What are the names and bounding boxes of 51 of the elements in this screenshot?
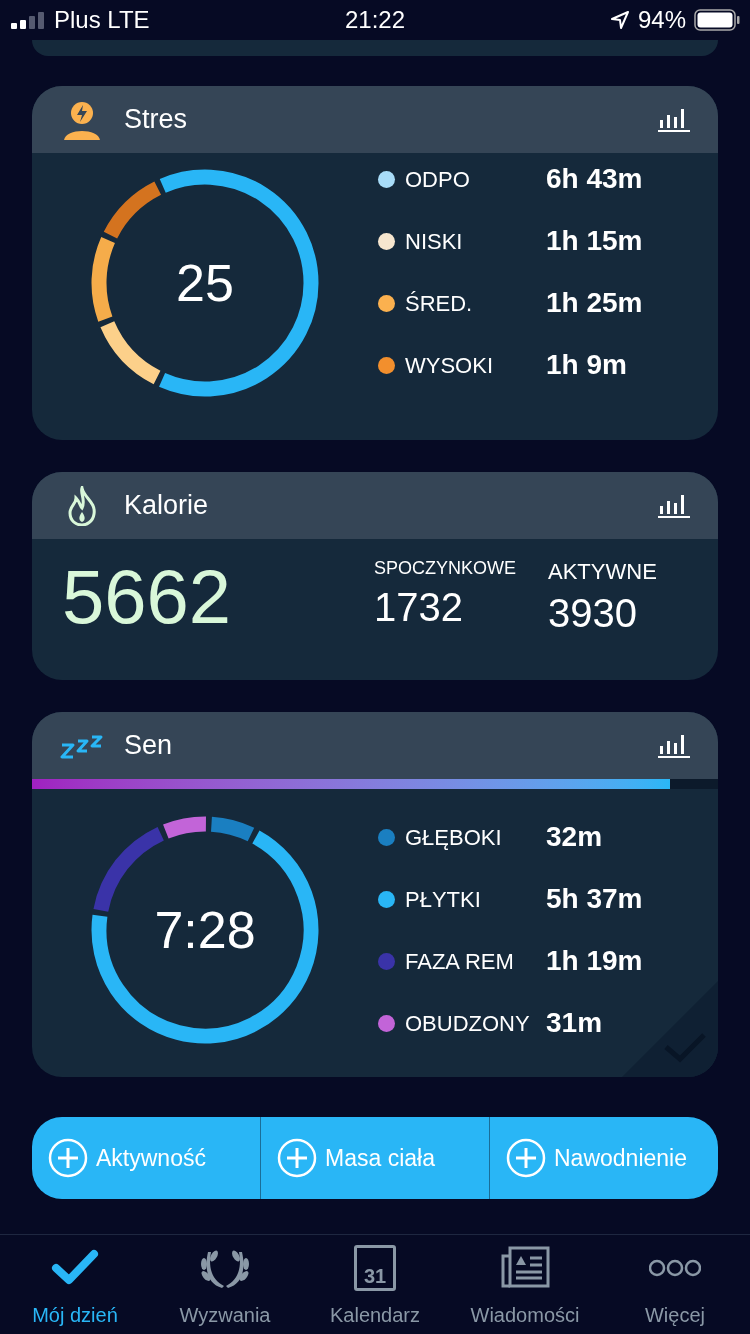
stat-label: SPOCZYNKOWE (374, 557, 516, 580)
plus-circle-icon (506, 1138, 546, 1178)
legend-label: NISKI (405, 227, 464, 256)
more-icon (649, 1258, 701, 1278)
legend-value: 1h 25m (546, 286, 643, 320)
tab[interactable]: Więcej (600, 1235, 750, 1334)
stress-card[interactable]: Stres 25 ODPO 6h 43m NISKI 1h 15m ŚRED. 1h 25m WYSOKI 1h 9m (32, 86, 718, 440)
card-title: Kalorie (124, 489, 210, 523)
plus-circle-icon (277, 1138, 317, 1178)
calories-card[interactable]: Kalorie 5662 SPOCZYNKOWE 1732 AKTYWNE 3930 (32, 472, 718, 680)
battery-icon (694, 9, 740, 31)
legend-value: 6h 43m (546, 162, 643, 196)
person-bolt-icon (62, 99, 102, 140)
legend-label: PŁYTKI (405, 885, 482, 914)
tab[interactable]: 31 Kalendarz (300, 1235, 450, 1334)
legend-value: 32m (546, 820, 603, 854)
stat-value: 1732 (374, 584, 464, 631)
sleep-duration: 7:28 (154, 900, 256, 961)
card-header[interactable]: Sen (32, 712, 718, 779)
tab[interactable]: Wiadomości (450, 1235, 600, 1334)
legend-label: WYSOKI (405, 351, 494, 380)
card-header[interactable]: Kalorie (32, 472, 718, 539)
flame-icon (66, 485, 98, 526)
clock: 21:22 (343, 5, 406, 35)
legend-label: ŚRED. (405, 289, 474, 318)
legend-value: 1h 9m (546, 348, 627, 382)
card-header[interactable]: Stres (32, 86, 718, 153)
newspaper-icon (500, 1246, 550, 1290)
battery-percentage: 94% (637, 5, 686, 35)
calories-total: 5662 (62, 558, 233, 635)
carrier-label: Plus LTE (54, 5, 150, 35)
stat-value: 3930 (548, 590, 638, 637)
signal-icon (10, 10, 46, 30)
location-arrow-icon (609, 10, 630, 30)
stat-label: AKTYWNE (548, 558, 657, 586)
tab[interactable]: Wyzwania (150, 1235, 300, 1334)
card-title: Stres (124, 103, 189, 137)
plus-circle-icon (48, 1138, 88, 1178)
legend-value: 1h 15m (546, 224, 643, 258)
card-title: Sen (124, 729, 174, 763)
legend-value: 31m (546, 1006, 603, 1040)
stress-score: 25 (176, 253, 234, 314)
calendar-date: 31 (363, 1266, 387, 1286)
tab[interactable]: Mój dzień (0, 1235, 150, 1334)
legend-label: OBUDZONY (405, 1009, 531, 1038)
sleep-card[interactable]: Sen 7:28 GŁĘBOKI 32m PŁYTKI 5h 37m FAZA REM 1h 19m OBUDZONY 31m (32, 712, 718, 1077)
legend-label: FAZA REM (405, 947, 515, 976)
legend-label: GŁĘBOKI (405, 823, 503, 852)
legend-value: 1h 19m (546, 944, 643, 978)
legend-value: 5h 37m (546, 882, 643, 916)
legend-label: ODPO (405, 165, 471, 194)
